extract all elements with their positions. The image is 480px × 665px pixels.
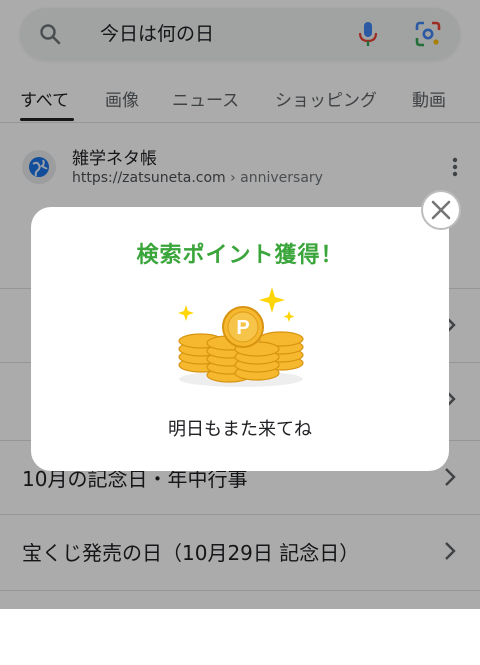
dialog-message: 明日もまた来てね xyxy=(168,419,312,440)
points-dialog: 検索ポイント獲得！ P 明日もまた来てね xyxy=(31,207,449,471)
coin-letter: P xyxy=(236,317,250,339)
close-icon xyxy=(431,200,451,220)
dialog-title: 検索ポイント獲得！ xyxy=(136,243,344,268)
close-button[interactable] xyxy=(421,190,461,230)
